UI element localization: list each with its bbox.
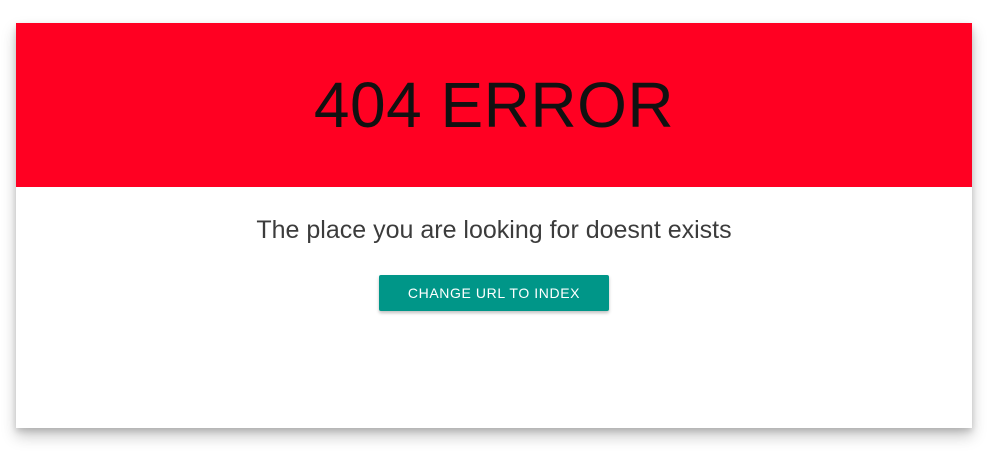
error-title: 404 ERROR bbox=[313, 69, 675, 141]
error-card: 404 ERROR The place you are looking for … bbox=[16, 23, 972, 428]
error-body: The place you are looking for doesnt exi… bbox=[16, 187, 972, 311]
change-url-to-index-button[interactable]: CHANGE URL TO INDEX bbox=[379, 275, 609, 311]
error-message: The place you are looking for doesnt exi… bbox=[256, 216, 732, 244]
error-header-banner: 404 ERROR bbox=[16, 23, 972, 187]
